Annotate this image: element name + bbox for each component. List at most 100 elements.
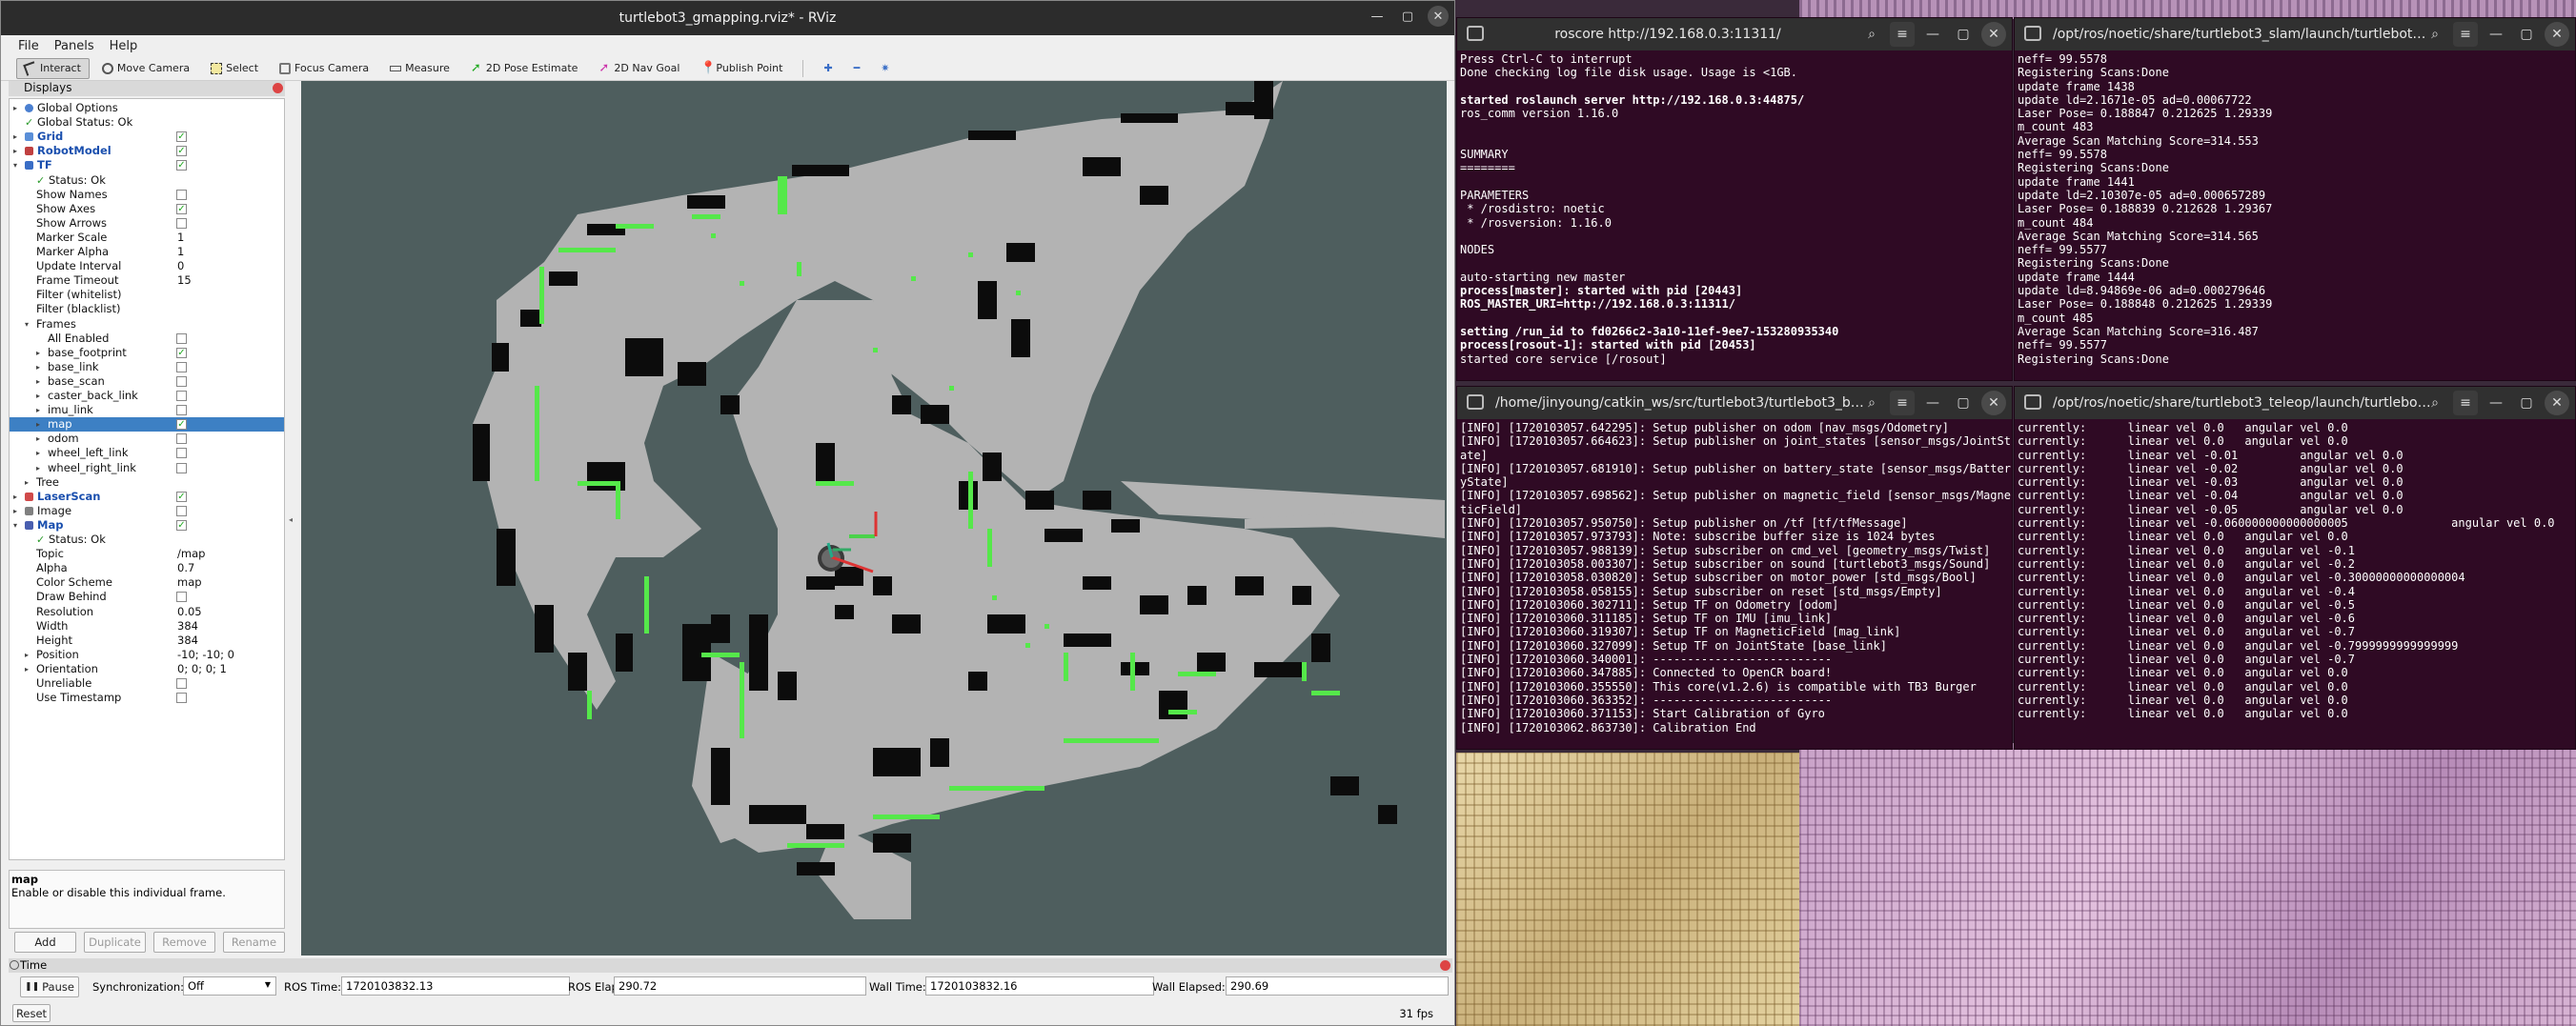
property-value[interactable]: 1 [177, 231, 184, 245]
menu-file[interactable]: File [18, 39, 39, 53]
tree-row[interactable]: ▾ TF ✓ [10, 158, 284, 172]
property-value[interactable]: /map [177, 547, 205, 561]
tree-row[interactable]: Frame Timeout 15 [10, 273, 284, 288]
tree-row[interactable]: ▸ base_scan [10, 374, 284, 389]
tree-row[interactable]: ✓ Status: Ok [10, 533, 284, 547]
visibility-checkbox[interactable] [176, 361, 187, 372]
property-value[interactable]: 384 [177, 634, 198, 648]
visibility-checkbox[interactable] [176, 217, 187, 229]
visibility-checkbox[interactable]: ✓ [176, 347, 187, 358]
minimize-icon[interactable]: — [1367, 6, 1388, 27]
tree-row[interactable]: ✓ Global Status: Ok [10, 115, 284, 130]
property-value[interactable]: 0 [177, 259, 184, 273]
minimize-icon[interactable]: — [2484, 22, 2508, 47]
terminal-titlebar[interactable]: /opt/ros/noetic/share/turtlebot3_teleop/… [2015, 387, 2575, 419]
property-value[interactable]: 0.05 [177, 605, 202, 619]
close-icon[interactable]: ✕ [2545, 391, 2569, 415]
terminal-titlebar[interactable]: roscore http://192.168.0.3:11311/ ⌕ ≡ — … [1457, 18, 2012, 50]
expand-arrow-icon[interactable]: ▾ [13, 158, 17, 172]
tree-row[interactable]: ▸ LaserScan ✓ [10, 490, 284, 504]
terminal-titlebar[interactable]: /opt/ros/noetic/share/turtlebot3_slam/la… [2015, 18, 2575, 50]
visibility-checkbox[interactable] [176, 462, 187, 473]
minimize-icon[interactable]: — [2484, 391, 2508, 415]
tool-measure[interactable]: Measure [381, 58, 458, 79]
add-button[interactable]: Add [14, 932, 76, 953]
tree-row[interactable]: Filter (blacklist) [10, 302, 284, 316]
collapse-arrow-icon[interactable]: ▸ [36, 374, 40, 389]
tree-row[interactable]: Show Arrows [10, 216, 284, 231]
rviz-titlebar[interactable]: turtlebot3_gmapping.rviz* - RViz — ▢ ✕ [1, 1, 1454, 35]
visibility-checkbox[interactable] [176, 505, 187, 516]
collapse-arrow-icon[interactable]: ▸ [36, 389, 40, 403]
collapse-arrow-icon[interactable]: ▸ [25, 648, 29, 662]
tool-2d-pose-estimate[interactable]: ➚ 2D Pose Estimate [462, 58, 587, 79]
collapse-arrow-icon[interactable]: ▸ [36, 360, 40, 374]
collapse-arrow-icon[interactable]: ▸ [13, 504, 17, 518]
property-value[interactable]: 0; 0; 0; 1 [177, 662, 227, 676]
tree-row[interactable]: ✓ Status: Ok [10, 173, 284, 188]
tree-row[interactable]: ▸ Position -10; -10; 0 [10, 648, 284, 662]
close-icon[interactable]: ✕ [2545, 22, 2569, 47]
collapse-arrow-icon[interactable]: ▸ [13, 490, 17, 504]
collapse-arrow-icon[interactable]: ▸ [36, 346, 40, 360]
minimize-icon[interactable]: — [1920, 391, 1945, 415]
visibility-checkbox[interactable] [176, 448, 187, 459]
tree-row[interactable]: ▸ Global Options [10, 101, 284, 115]
close-panel-icon[interactable] [1440, 960, 1450, 971]
tree-row[interactable]: ▸ wheel_left_link [10, 446, 284, 460]
terminal-output[interactable]: neff= 99.5578 Registering Scans:Done updat… [2015, 50, 2575, 368]
tool-2d-nav-goal[interactable]: ➚ 2D Nav Goal [590, 58, 688, 79]
visibility-checkbox[interactable] [176, 678, 187, 689]
tree-row[interactable]: ▸ map ✓ [10, 417, 284, 433]
collapse-arrow-icon[interactable]: ▸ [36, 403, 40, 417]
tree-row[interactable]: Filter (whitelist) [10, 288, 284, 302]
tree-row[interactable]: Show Names [10, 188, 284, 202]
tree-row[interactable]: Show Axes ✓ [10, 202, 284, 216]
close-panel-icon[interactable] [273, 83, 283, 93]
tree-row[interactable]: Marker Scale 1 [10, 231, 284, 245]
tool-move-camera[interactable]: Move Camera [93, 58, 198, 79]
terminal-output[interactable]: currently: linear vel 0.0 angular vel 0.… [2015, 419, 2575, 723]
tree-row[interactable]: All Enabled [10, 332, 284, 346]
pause-button[interactable]: ❚❚ Pause [20, 976, 79, 997]
terminal-titlebar[interactable]: /home/jinyoung/catkin_ws/src/turtlebot3/… [1457, 387, 2012, 419]
visibility-checkbox[interactable] [176, 189, 187, 200]
maximize-icon[interactable]: ▢ [2514, 22, 2539, 47]
tree-row[interactable]: ▸ odom [10, 432, 284, 446]
remove-tool-button[interactable]: ━ [845, 58, 869, 79]
property-value[interactable]: 384 [177, 619, 198, 634]
tree-row[interactable]: ▾ Map ✓ [10, 518, 284, 533]
terminal-output[interactable]: Press Ctrl-C to interrupt Done checking l… [1457, 50, 2012, 368]
tree-row[interactable]: ▸ Tree [10, 475, 284, 490]
ros-elapsed-field[interactable]: 290.72 [614, 976, 866, 996]
collapse-arrow-icon[interactable]: ▸ [25, 662, 29, 676]
collapse-arrow-icon[interactable]: ▸ [36, 417, 40, 432]
render-3d-view[interactable] [301, 81, 1447, 956]
tree-row[interactable]: ▸ base_link [10, 360, 284, 374]
visibility-checkbox[interactable] [176, 405, 187, 416]
property-value[interactable]: map [177, 575, 202, 590]
tree-row[interactable]: Color Scheme map [10, 575, 284, 590]
menu-help[interactable]: Help [110, 39, 138, 53]
visibility-checkbox[interactable] [176, 332, 187, 344]
tree-row[interactable]: ▸ wheel_right_link [10, 461, 284, 475]
tool-select[interactable]: Select [202, 58, 267, 79]
search-icon[interactable]: ⌕ [2423, 22, 2447, 47]
visibility-checkbox[interactable]: ✓ [176, 131, 187, 143]
visibility-checkbox[interactable]: ✓ [176, 146, 187, 157]
visibility-checkbox[interactable] [176, 693, 187, 704]
panel-splitter-handle[interactable]: ◂ [289, 515, 293, 524]
menu-icon[interactable]: ≡ [1890, 22, 1915, 47]
collapse-arrow-icon[interactable]: ▸ [13, 144, 17, 158]
tree-row[interactable]: Draw Behind [10, 590, 284, 604]
tree-row[interactable]: ▾ Frames [10, 317, 284, 332]
tree-row[interactable]: Unreliable [10, 676, 284, 691]
collapse-arrow-icon[interactable]: ▸ [36, 446, 40, 460]
tree-row[interactable]: Width 384 [10, 619, 284, 634]
tree-row[interactable]: ▸ Image [10, 504, 284, 518]
visibility-checkbox[interactable] [176, 433, 187, 445]
tree-row[interactable]: Topic/map [10, 547, 284, 561]
tree-row[interactable]: Use Timestamp [10, 691, 284, 705]
tree-row[interactable]: Resolution 0.05 [10, 605, 284, 619]
search-icon[interactable]: ⌕ [2423, 391, 2447, 415]
